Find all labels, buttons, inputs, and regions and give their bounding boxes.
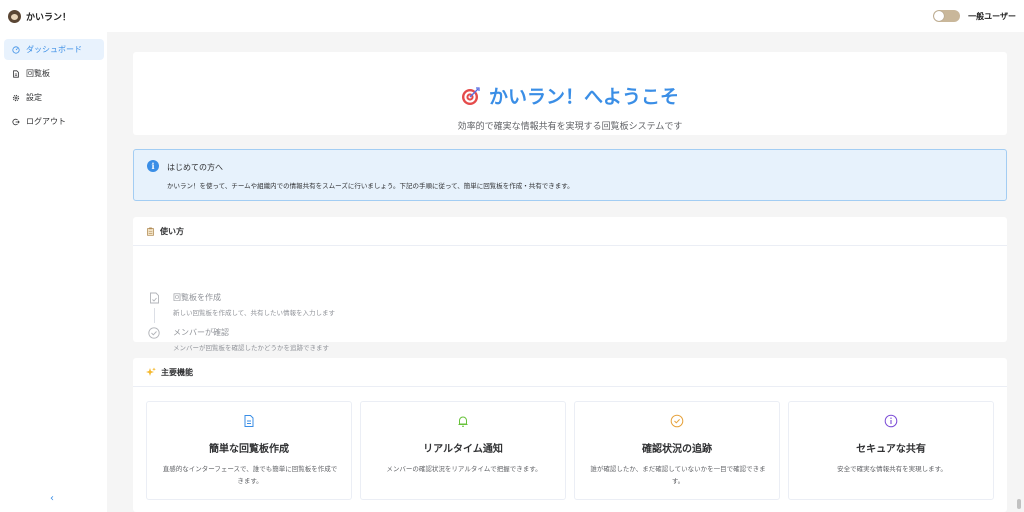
- feature-description: 誰が確認したか、まだ確認していないかを一目で確認できます。: [590, 465, 766, 485]
- gear-icon: [12, 94, 20, 102]
- sidebar-item-label: 回覧板: [26, 69, 50, 78]
- info-text: かいラン！を使って、チームや組織内での情報共有をスムーズに行いましょう。下記の手…: [167, 182, 574, 190]
- sidebar: ダッシュボード 回覧板 設定 ログアウト ‹: [0, 32, 107, 512]
- usage-card-header: 使い方: [133, 217, 1007, 246]
- feature-card: リアルタイム通知 メンバーの確認状況をリアルタイムで把握できます。: [360, 401, 566, 500]
- sidebar-item-settings[interactable]: 設定: [4, 87, 104, 108]
- features-card: 主要機能 簡単な回覧板作成 直感的なインターフェースで、誰でも簡単に回覧板を作成…: [133, 358, 1007, 512]
- step-title: 回覧板を作成: [173, 293, 221, 302]
- feature-description: 直感的なインターフェースで、誰でも簡単に回覧板を作成できます。: [162, 465, 338, 485]
- info-circle-icon: [884, 414, 898, 428]
- document-icon: [148, 292, 160, 304]
- usage-card: 使い方 回覧板を作成 新しい回覧板を作成して、共有したい情報を入力します メンバ…: [133, 217, 1007, 352]
- welcome-title: かいラン！へようこそ: [133, 82, 1007, 109]
- feature-title: 確認状況の追跡: [642, 444, 712, 455]
- sidebar-item-label: ダッシュボード: [26, 45, 82, 54]
- info-alert: i はじめての方へ かいラン！を使って、チームや組織内での情報共有をスムーズに行…: [133, 149, 1007, 201]
- sidebar-item-circular[interactable]: 回覧板: [4, 63, 104, 84]
- toggle-knob: [934, 11, 945, 21]
- document-icon: [244, 415, 254, 427]
- sidebar-item-label: ログアウト: [26, 117, 66, 126]
- step-title: メンバーが確認: [173, 328, 229, 337]
- brand[interactable]: かいラン！: [8, 9, 72, 23]
- top-bar: かいラン！ 一般ユーザー: [0, 0, 1024, 32]
- user-role-label: 一般ユーザー: [968, 11, 1016, 21]
- sparkles-icon: [146, 367, 156, 376]
- info-icon: i: [147, 160, 159, 172]
- sidebar-item-label: 設定: [26, 93, 42, 102]
- role-toggle[interactable]: [933, 10, 961, 22]
- collapse-sidebar-button[interactable]: ‹: [46, 492, 58, 504]
- sidebar-item-dashboard[interactable]: ダッシュボード: [4, 39, 104, 60]
- bell-icon: [458, 416, 468, 427]
- info-title: はじめての方へ: [167, 163, 223, 172]
- sidebar-item-logout[interactable]: ログアウト: [4, 111, 104, 132]
- check-circle-icon: [670, 414, 684, 428]
- step-description: 新しい回覧板を作成して、共有したい情報を入力します: [173, 309, 335, 317]
- dashboard-icon: [12, 45, 20, 54]
- app-name: かいラン！: [26, 12, 72, 23]
- user-area: 一般ユーザー: [933, 10, 1016, 22]
- welcome-subtitle: 効率的で確実な情報共有を実現する回覧板システムです: [457, 122, 683, 132]
- clipboard-icon: [146, 227, 155, 236]
- page-scrollbar[interactable]: [1017, 499, 1021, 509]
- feature-title: リアルタイム通知: [423, 444, 503, 455]
- features-card-header: 主要機能: [133, 358, 1007, 387]
- feature-card: 確認状況の追跡 誰が確認したか、まだ確認していないかを一目で確認できます。: [574, 401, 780, 500]
- step-connector: [154, 308, 155, 323]
- feature-description: メンバーの確認状況をリアルタイムで把握できます。: [386, 465, 542, 473]
- features-heading: 主要機能: [161, 367, 193, 377]
- feature-title: 簡単な回覧板作成: [209, 444, 289, 455]
- feature-description: 安全で確実な情報共有を実現します。: [837, 465, 947, 473]
- feature-title: セキュアな共有: [856, 444, 926, 455]
- logout-icon: [12, 118, 20, 126]
- check-circle-icon: [148, 327, 160, 339]
- feature-card: 簡単な回覧板作成 直感的なインターフェースで、誰でも簡単に回覧板を作成できます。: [146, 401, 352, 500]
- step-description: メンバーが回覧板を確認したかどうかを追跡できます: [173, 344, 329, 352]
- target-icon: [461, 86, 480, 105]
- welcome-title-text: かいラン！へようこそ: [488, 86, 679, 108]
- app-logo: [8, 9, 21, 23]
- feature-card: セキュアな共有 安全で確実な情報共有を実現します。: [788, 401, 994, 500]
- welcome-card: かいラン！へようこそ 効率的で確実な情報共有を実現する回覧板システムです: [133, 52, 1007, 135]
- document-icon: [12, 69, 20, 78]
- usage-heading: 使い方: [160, 226, 184, 236]
- main-content: かいラン！へようこそ 効率的で確実な情報共有を実現する回覧板システムです i は…: [107, 32, 1024, 512]
